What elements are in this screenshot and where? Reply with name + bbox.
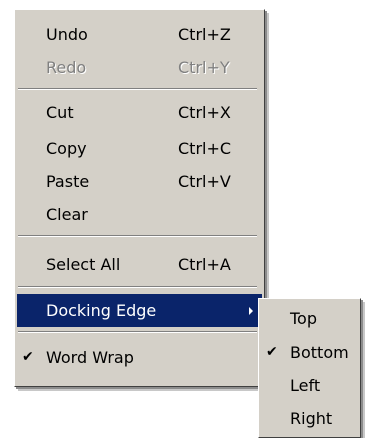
menu-item-label: Bottom [290, 343, 349, 362]
shortcut-label: Ctrl+A [178, 255, 231, 274]
menu-item-label: Select All [46, 255, 121, 274]
shortcut-label: Ctrl+Z [178, 25, 231, 44]
menu-item-label: Top [290, 309, 317, 328]
menu-item-clear[interactable]: Clear [15, 198, 264, 231]
submenu-item-right[interactable]: Right [259, 402, 360, 435]
submenu-item-bottom[interactable]: ✔ Bottom [259, 336, 360, 369]
menu-separator [18, 88, 257, 90]
checkmark-icon: ✔ [22, 349, 34, 365]
menu-item-label: Clear [46, 205, 88, 224]
checkmark-icon: ✔ [266, 344, 278, 360]
shortcut-label: Ctrl+X [178, 103, 231, 122]
shortcut-label: Ctrl+Y [178, 58, 230, 77]
menu-separator [18, 331, 257, 333]
menu-item-word-wrap[interactable]: ✔ Word Wrap [15, 341, 264, 374]
menu-item-label: Docking Edge [46, 301, 157, 320]
menu-separator [18, 235, 257, 237]
docking-edge-submenu: Top ✔ Bottom Left Right [258, 298, 361, 438]
menu-item-undo[interactable]: Undo Ctrl+Z [15, 18, 264, 51]
submenu-item-top[interactable]: Top [259, 302, 360, 335]
menu-item-label: Undo [46, 25, 88, 44]
menu-item-label: Word Wrap [46, 348, 134, 367]
menu-item-copy[interactable]: Copy Ctrl+C [15, 132, 264, 165]
menu-item-label: Right [290, 409, 333, 428]
menu-item-select-all[interactable]: Select All Ctrl+A [15, 248, 264, 281]
submenu-item-left[interactable]: Left [259, 369, 360, 402]
shortcut-label: Ctrl+C [178, 139, 232, 158]
menu-item-docking-edge[interactable]: Docking Edge [17, 294, 262, 327]
menu-item-cut[interactable]: Cut Ctrl+X [15, 96, 264, 129]
context-menu: Undo Ctrl+Z Redo Ctrl+Y Cut Ctrl+X Copy … [14, 9, 265, 387]
shortcut-label: Ctrl+V [178, 172, 231, 191]
submenu-arrow-icon [249, 307, 253, 315]
menu-separator [18, 286, 257, 288]
menu-item-label: Cut [46, 103, 74, 122]
menu-item-label: Left [290, 376, 321, 395]
menu-item-label: Paste [46, 172, 90, 191]
menu-item-label: Copy [46, 139, 87, 158]
menu-item-redo[interactable]: Redo Ctrl+Y [15, 51, 264, 84]
menu-item-label: Redo [46, 58, 87, 77]
menu-item-paste[interactable]: Paste Ctrl+V [15, 165, 264, 198]
